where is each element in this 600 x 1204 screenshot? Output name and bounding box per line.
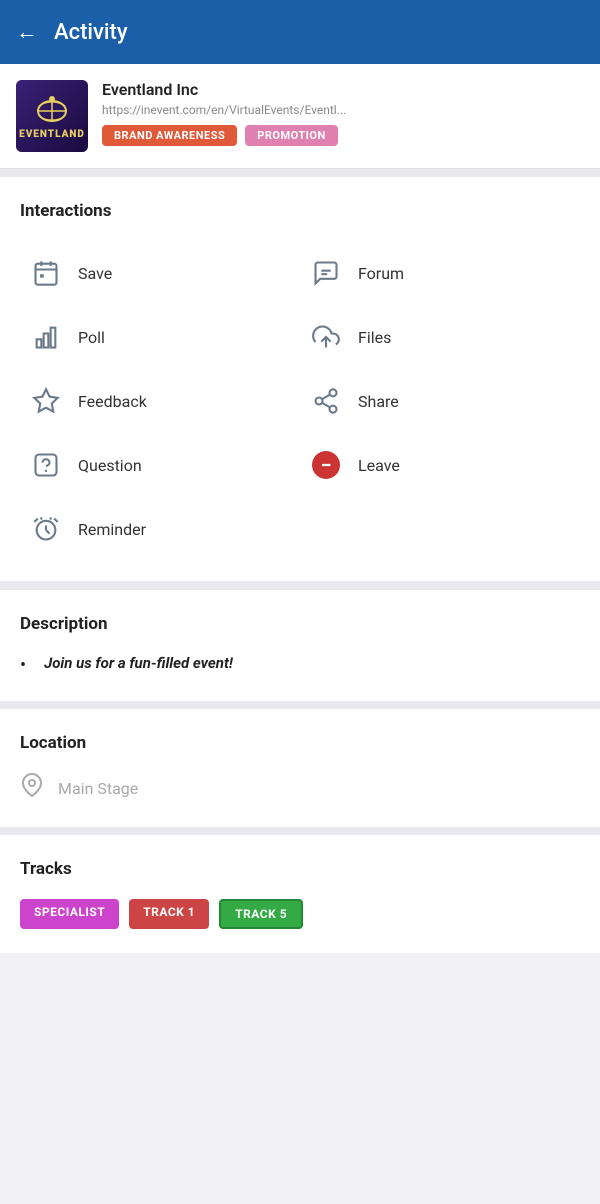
location-title: Location xyxy=(20,733,580,753)
page-title: Activity xyxy=(54,20,128,45)
interaction-files[interactable]: Files xyxy=(300,305,580,369)
description-section: Description • Join us for a fun-filled e… xyxy=(0,589,600,701)
event-url: https://inevent.com/en/VirtualEvents/Eve… xyxy=(102,103,584,117)
bullet-symbol: • xyxy=(20,654,26,677)
poll-icon xyxy=(28,319,64,355)
interaction-reminder[interactable]: Reminder xyxy=(20,497,300,561)
event-info: Eventland Inc https://inevent.com/en/Vir… xyxy=(102,80,584,146)
files-label: Files xyxy=(358,328,391,347)
interaction-save[interactable]: Save xyxy=(20,241,300,305)
interaction-empty xyxy=(300,497,580,561)
tag-brand-awareness[interactable]: BRAND AWARENESS xyxy=(102,125,237,146)
track-specialist[interactable]: SPECIALIST xyxy=(20,899,119,929)
files-icon xyxy=(308,319,344,355)
share-icon xyxy=(308,383,344,419)
location-section: Location Main Stage xyxy=(0,701,600,827)
description-bullet: • Join us for a fun-filled event! xyxy=(20,654,580,677)
interactions-title: Interactions xyxy=(20,201,580,221)
tracks-section: Tracks SPECIALIST TRACK 1 TRACK 5 xyxy=(0,827,600,953)
forum-icon xyxy=(308,255,344,291)
star-icon xyxy=(28,383,64,419)
leave-label: Leave xyxy=(358,456,400,475)
interaction-feedback[interactable]: Feedback xyxy=(20,369,300,433)
interactions-grid: Save Forum Poll xyxy=(20,241,580,561)
event-tags: BRAND AWARENESS PROMOTION xyxy=(102,125,584,146)
track-1[interactable]: TRACK 1 xyxy=(129,899,209,929)
question-icon xyxy=(28,447,64,483)
description-text: Join us for a fun-filled event! xyxy=(44,654,233,672)
app-header: ← Activity xyxy=(0,0,600,64)
event-card: EVENTLAND Eventland Inc https://inevent.… xyxy=(0,64,600,169)
divider-2 xyxy=(0,581,600,589)
question-label: Question xyxy=(78,456,142,475)
description-title: Description xyxy=(20,614,580,634)
interaction-leave[interactable]: − Leave xyxy=(300,433,580,497)
track-5[interactable]: TRACK 5 xyxy=(219,899,303,929)
divider-1 xyxy=(0,169,600,177)
calendar-icon xyxy=(28,255,64,291)
interaction-poll[interactable]: Poll xyxy=(20,305,300,369)
feedback-label: Feedback xyxy=(78,392,147,411)
location-place: Main Stage xyxy=(58,779,138,798)
event-logo-text: EVENTLAND xyxy=(19,129,85,140)
save-label: Save xyxy=(78,264,112,283)
interaction-forum[interactable]: Forum xyxy=(300,241,580,305)
back-button[interactable]: ← xyxy=(16,19,38,45)
share-label: Share xyxy=(358,392,399,411)
tracks-tags: SPECIALIST TRACK 1 TRACK 5 xyxy=(20,899,580,929)
interaction-share[interactable]: Share xyxy=(300,369,580,433)
eventland-logo-icon xyxy=(32,93,72,125)
poll-label: Poll xyxy=(78,328,105,347)
tracks-title: Tracks xyxy=(20,859,580,879)
event-logo: EVENTLAND xyxy=(16,80,88,152)
location-row: Main Stage xyxy=(20,773,580,803)
forum-label: Forum xyxy=(358,264,404,283)
leave-icon: − xyxy=(308,447,344,483)
interaction-question[interactable]: Question xyxy=(20,433,300,497)
tag-promotion[interactable]: PROMOTION xyxy=(245,125,337,146)
event-name: Eventland Inc xyxy=(102,80,584,99)
interactions-section: Interactions Save xyxy=(0,177,600,581)
alarm-icon xyxy=(28,511,64,547)
location-pin-icon xyxy=(20,773,44,803)
reminder-label: Reminder xyxy=(78,520,146,539)
